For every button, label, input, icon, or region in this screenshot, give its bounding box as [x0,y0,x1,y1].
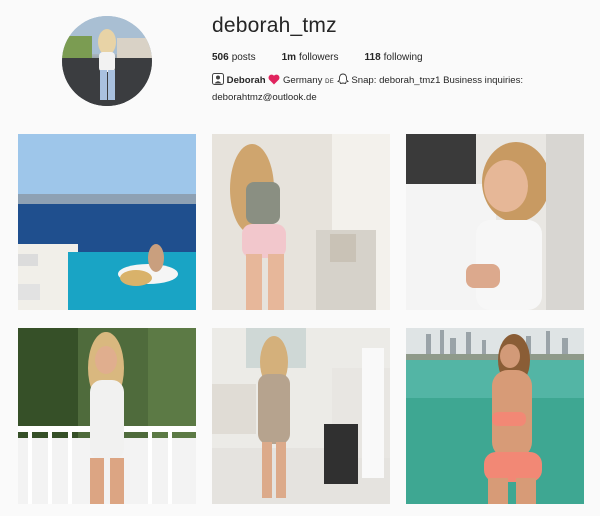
stat-following[interactable]: 118 following [365,52,423,63]
avatar-photo [62,16,152,106]
bio-business: Business inquiries: [443,75,524,86]
post-tile-1[interactable] [18,134,196,310]
posts-count: 506 [212,52,229,63]
ghost-icon [336,73,349,90]
profile-avatar[interactable] [62,16,152,106]
followers-label: followers [299,52,339,63]
post-tile-6[interactable] [406,328,584,504]
following-label: following [383,52,423,63]
photo-icon [18,134,196,310]
photo-icon [212,328,390,504]
photo-icon [18,328,196,504]
post-tile-3[interactable] [406,134,584,310]
person-icon [212,73,224,90]
profile-bio: Deborah Germany DE Snap: deborah_tmz1 Bu… [212,73,572,105]
photo-icon [406,134,584,310]
profile-stats: 506 posts 1m followers 118 following [212,52,449,63]
post-tile-4[interactable] [18,328,196,504]
photo-icon [406,328,584,504]
post-tile-2[interactable] [212,134,390,310]
posts-grid [18,134,584,504]
bio-name: Deborah [226,75,266,86]
photo-icon [212,134,390,310]
stat-followers[interactable]: 1m followers [282,52,339,63]
bio-email-link[interactable]: deborahtmz@outlook.de [212,92,317,103]
stat-posts: 506 posts [212,52,256,63]
bio-country: Germany [282,75,323,86]
bio-snap: Snap: deborah_tmz1 [351,75,441,86]
profile-username: deborah_tmz [212,14,337,37]
flag-de-icon: DE [325,79,334,85]
following-count: 118 [364,52,381,63]
posts-label: posts [231,52,256,63]
heart-icon [268,74,280,90]
followers-count: 1m [281,52,297,63]
post-tile-5[interactable] [212,328,390,504]
